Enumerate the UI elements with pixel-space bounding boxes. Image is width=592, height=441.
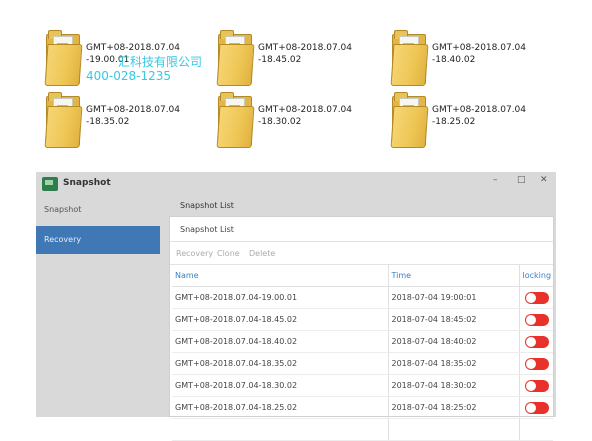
toggle-knob [525, 314, 536, 325]
watermark: 汇科技有限公司 400-028-1235 [86, 55, 202, 83]
snapshot-time: 2018-07-04 19:00:01 [388, 286, 520, 309]
folder-icon [390, 28, 429, 86]
lock-toggle[interactable] [524, 357, 549, 370]
column-header-time[interactable]: Time [388, 265, 520, 287]
folder-icon [44, 90, 83, 148]
content-title: Snapshot List [180, 201, 234, 210]
folder-label: GMT+08-2018.07.04 -18.45.02 [258, 43, 353, 65]
folder-item[interactable]: GMT+08-2018.07.04 -18.40.02 [390, 28, 540, 88]
snapshot-time: 2018-07-04 18:25:02 [388, 396, 520, 419]
folder-item[interactable]: GMT+08-2018.07.04 -18.25.02 [390, 90, 540, 150]
locking-cell [519, 396, 553, 419]
toggle-knob [525, 292, 536, 303]
folder-icon [390, 90, 429, 148]
folder-label: GMT+08-2018.07.04 -18.35.02 [86, 105, 181, 127]
toggle-knob [525, 402, 536, 413]
snapshot-name: GMT+08-2018.07.04-19.00.01 [172, 286, 389, 309]
table-row[interactable]: GMT+08-2018.07.04-18.45.02 2018-07-04 18… [172, 308, 553, 331]
minimize-button[interactable]: – [493, 175, 498, 185]
app-icon [42, 177, 58, 191]
window-title: Snapshot [63, 178, 111, 188]
folder-item[interactable]: GMT+08-2018.07.04 -18.35.02 [44, 90, 194, 150]
snapshot-name: GMT+08-2018.07.04-18.25.02 [172, 396, 389, 419]
delete-button[interactable]: Delete [249, 249, 275, 258]
snapshot-time: 2018-07-04 18:40:02 [388, 330, 520, 353]
watermark-company: 汇科技有限公司 [118, 55, 203, 69]
locking-cell [519, 286, 553, 309]
toggle-knob [525, 380, 536, 391]
locking-cell [519, 330, 553, 353]
recovery-button[interactable]: Recovery [176, 249, 213, 258]
toolbar: Recovery Clone Delete [170, 242, 553, 265]
snapshot-name: GMT+08-2018.07.04-18.35.02 [172, 352, 389, 375]
table-row[interactable]: GMT+08-2018.07.04-19.00.01 2018-07-04 19… [172, 286, 553, 309]
snapshot-name: GMT+08-2018.07.04-18.40.02 [172, 330, 389, 353]
panel-header: Snapshot List [170, 217, 553, 242]
toggle-knob [525, 336, 536, 347]
lock-toggle[interactable] [524, 401, 549, 414]
folder-label: GMT+08-2018.07.04 -18.40.02 [432, 43, 527, 65]
snapshot-time: 2018-07-04 18:35:02 [388, 352, 520, 375]
panel-title: Snapshot List [180, 225, 234, 234]
watermark-phone: 400-028-1235 [86, 69, 172, 83]
sidebar-item-recovery[interactable]: Recovery [36, 226, 160, 254]
column-header-locking[interactable]: locking [519, 265, 553, 287]
snapshot-table: Name Time locking GMT+08-2018.07.04-19.0… [172, 265, 553, 441]
snapshot-name: GMT+08-2018.07.04-18.45.02 [172, 308, 389, 331]
titlebar[interactable]: Snapshot – □ ✕ [36, 172, 556, 196]
snapshot-time: 2018-07-04 18:45:02 [388, 308, 520, 331]
locking-cell [519, 352, 553, 375]
locking-cell [519, 308, 553, 331]
table-header-row: Name Time locking [172, 265, 553, 287]
snapshot-time: 2018-07-04 18:30:02 [388, 374, 520, 397]
toggle-knob [525, 358, 536, 369]
clone-button[interactable]: Clone [217, 249, 240, 258]
folder-icon [216, 28, 255, 86]
snapshot-name: GMT+08-2018.07.04-18.30.02 [172, 374, 389, 397]
folder-label: GMT+08-2018.07.04 -18.30.02 [258, 105, 353, 127]
table-row[interactable]: GMT+08-2018.07.04-18.40.02 2018-07-04 18… [172, 330, 553, 353]
column-header-name[interactable]: Name [172, 265, 389, 287]
folder-item[interactable]: GMT+08-2018.07.04 -18.30.02 [216, 90, 366, 150]
snapshot-list-panel: Snapshot List Recovery Clone Delete Name… [169, 216, 554, 441]
lock-toggle[interactable] [524, 379, 549, 392]
folder-icon [216, 90, 255, 148]
close-button[interactable]: ✕ [540, 175, 548, 185]
lock-toggle[interactable] [524, 313, 549, 326]
folder-label: GMT+08-2018.07.04 -18.25.02 [432, 105, 527, 127]
table-row[interactable]: GMT+08-2018.07.04-18.30.02 2018-07-04 18… [172, 374, 553, 397]
locking-cell [519, 374, 553, 397]
folder-icon [44, 28, 83, 86]
sidebar-item-snapshot[interactable]: Snapshot [36, 196, 160, 224]
lock-toggle[interactable] [524, 291, 549, 304]
table-row-empty [172, 418, 553, 441]
folder-item[interactable]: GMT+08-2018.07.04 -18.45.02 [216, 28, 366, 88]
lock-toggle[interactable] [524, 335, 549, 348]
sidebar: Snapshot Recovery [36, 196, 164, 417]
table-row[interactable]: GMT+08-2018.07.04-18.35.02 2018-07-04 18… [172, 352, 553, 375]
maximize-button[interactable]: □ [517, 175, 526, 185]
table-row[interactable]: GMT+08-2018.07.04-18.25.02 2018-07-04 18… [172, 396, 553, 419]
